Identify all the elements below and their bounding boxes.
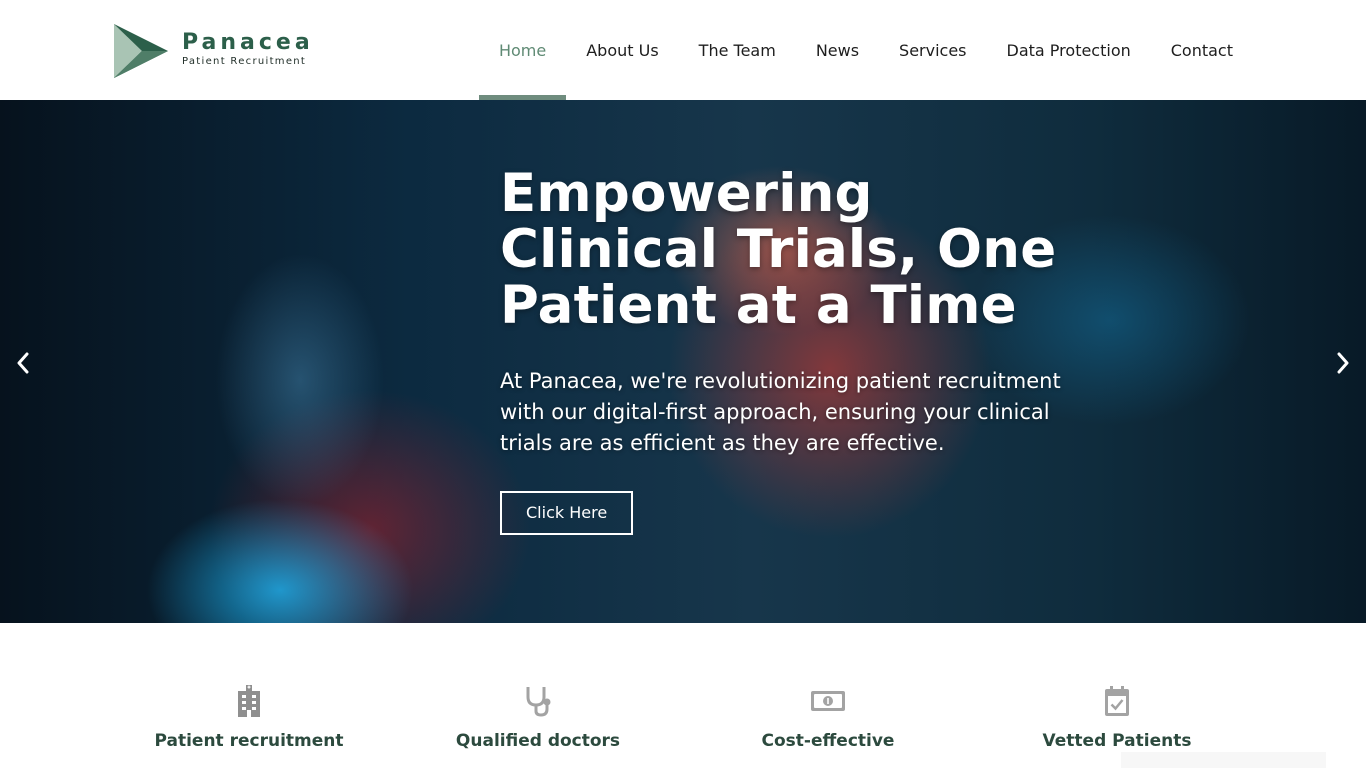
nav-about-us[interactable]: About Us: [566, 0, 678, 100]
feature-label: Qualified doctors: [455, 731, 621, 751]
feature-patient-recruitment: Patient recruitment: [129, 685, 369, 751]
site-logo[interactable]: Panacea Patient Recruitment: [112, 22, 322, 80]
logo-mark-icon: [114, 24, 168, 78]
main-nav: Home About Us The Team News Services Dat…: [478, 0, 1253, 100]
hero-title: Empowering Clinical Trials, One Patient …: [500, 163, 1057, 336]
slider-next-button[interactable]: [1328, 348, 1358, 378]
feature-vetted-patients: Vetted Patients: [997, 685, 1237, 751]
site-header: Panacea Patient Recruitment Home About U…: [0, 0, 1366, 100]
features-section: Patient recruitment Qualified doctors Co…: [0, 623, 1366, 768]
hero-slider: Empowering Clinical Trials, One Patient …: [0, 100, 1366, 623]
hospital-icon: [238, 685, 260, 717]
feature-qualified-doctors: Qualified doctors: [418, 685, 658, 751]
feature-label: Vetted Patients: [1042, 731, 1192, 751]
stethoscope-icon: [526, 687, 551, 717]
logo-tagline: Patient Recruitment: [182, 56, 307, 67]
nav-the-team[interactable]: The Team: [679, 0, 796, 100]
chevron-left-icon: [17, 352, 29, 374]
nav-data-protection[interactable]: Data Protection: [987, 0, 1151, 100]
nav-news[interactable]: News: [796, 0, 879, 100]
click-here-button[interactable]: Click Here: [500, 491, 634, 535]
slider-prev-button[interactable]: [8, 348, 38, 378]
money-bill-icon: [811, 691, 845, 711]
floating-widget-bar[interactable]: [1121, 752, 1326, 768]
hero-content: Empowering Clinical Trials, One Patient …: [500, 166, 1100, 535]
feature-label: Patient recruitment: [154, 731, 344, 751]
nav-contact[interactable]: Contact: [1151, 0, 1253, 100]
feature-label: Cost-effective: [761, 731, 895, 751]
nav-home[interactable]: Home: [478, 0, 567, 100]
hero-description: At Panacea, we're revolutionizing patien…: [500, 369, 1061, 455]
nav-services[interactable]: Services: [879, 0, 986, 100]
feature-cost-effective: Cost-effective: [708, 685, 948, 751]
logo-name: Panacea: [182, 30, 314, 55]
chevron-right-icon: [1337, 352, 1349, 374]
calendar-check-icon: [1105, 686, 1129, 716]
